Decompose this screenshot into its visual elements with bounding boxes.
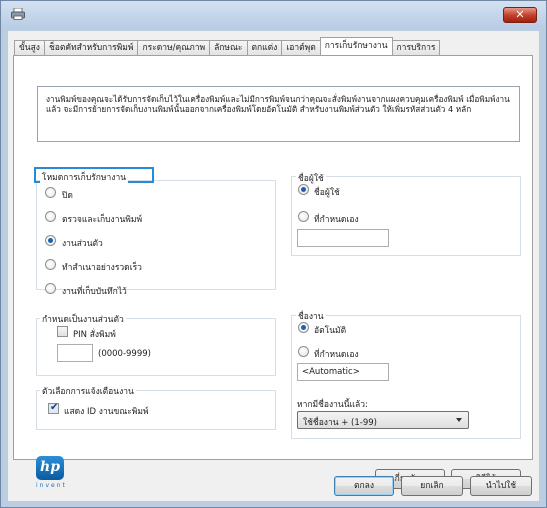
- ok-button[interactable]: ตกลง: [334, 476, 394, 496]
- notification-legend: ตัวเลือกการแจ้งเตือนงาน: [40, 384, 136, 398]
- printer-icon: [11, 8, 25, 20]
- display-job-id-checkbox[interactable]: [48, 402, 59, 414]
- pin-label: PIN สั่งพิมพ์: [73, 330, 116, 340]
- if-job-name-exists-value: ใช้ชื่องาน + (1-99): [303, 418, 377, 428]
- radio-personal-job-label: งานส่วนตัว: [62, 239, 103, 249]
- if-job-name-exists-select[interactable]: ใช้ชื่องาน + (1-99): [297, 411, 469, 429]
- radio-job-name-custom[interactable]: [298, 346, 309, 357]
- tab-effects[interactable]: ลักษณะ: [209, 40, 248, 55]
- radio-quick-copy[interactable]: [45, 259, 56, 270]
- radio-user-custom[interactable]: [298, 211, 309, 222]
- cancel-button[interactable]: ยกเลิก: [401, 476, 463, 496]
- radio-proof-and-hold[interactable]: [45, 211, 56, 222]
- radio-quick-copy-label: ทำสำเนาอย่างรวดเร็ว: [62, 263, 142, 273]
- chevron-down-icon: [456, 418, 462, 422]
- radio-user-custom-label: ที่กำหนดเอง: [314, 215, 359, 225]
- apply-button[interactable]: นำไปใช้: [470, 476, 532, 496]
- radio-job-name-auto-label: อัตโนมัติ: [314, 326, 347, 336]
- user-name-input[interactable]: [297, 229, 389, 247]
- pin-range-label: (0000-9999): [98, 349, 151, 359]
- user-name-legend: ชื่อผู้ใช้: [296, 171, 326, 185]
- printer-properties-window: ✕ ขั้นสูง ช็อตคัทสำหรับการพิมพ์ กระดาษ/ค…: [0, 0, 547, 508]
- tab-panel: งานพิมพ์ของคุณจะได้รับการจัดเก็บไว้ในเคร…: [13, 55, 533, 489]
- radio-user-name-label: ชื่อผู้ใช้: [314, 188, 340, 198]
- tab-job-storage[interactable]: การเก็บรักษางาน: [319, 37, 393, 55]
- tab-services[interactable]: การบริการ: [391, 40, 441, 55]
- tab-paper-quality[interactable]: กระดาษ/คุณภาพ: [137, 40, 211, 55]
- tab-advanced[interactable]: ขั้นสูง: [14, 40, 45, 55]
- close-button[interactable]: ✕: [503, 7, 537, 23]
- job-name-legend: ชื่องาน: [296, 309, 326, 323]
- radio-job-name-custom-label: ที่กำหนดเอง: [314, 350, 359, 360]
- job-storage-mode-legend: โหมดการเก็บรักษางาน: [40, 170, 129, 184]
- radio-job-name-auto[interactable]: [298, 322, 309, 333]
- tab-finishing[interactable]: ตกแต่ง: [246, 40, 283, 55]
- if-job-name-exists-label: หากมีชื่องานนี้แล้ว:: [297, 400, 368, 410]
- make-private-legend: กำหนดเป็นงานส่วนตัว: [40, 312, 126, 326]
- info-box: งานพิมพ์ของคุณจะได้รับการจัดเก็บไว้ในเคร…: [37, 86, 520, 142]
- tab-strip: ขั้นสูง ช็อตคัทสำหรับการพิมพ์ กระดาษ/คุณ…: [14, 37, 441, 55]
- radio-off-label: ปิด: [62, 191, 73, 201]
- radio-user-name[interactable]: [298, 184, 309, 195]
- title-bar: ✕: [1, 1, 546, 27]
- radio-stored-job-label: งานที่เก็บบันทึกไว้: [62, 287, 127, 297]
- tab-shortcuts[interactable]: ช็อตคัทสำหรับการพิมพ์: [43, 40, 139, 55]
- tab-output[interactable]: เอาต์พุต: [281, 40, 321, 55]
- radio-personal-job[interactable]: [45, 235, 56, 246]
- close-icon: ✕: [515, 8, 525, 21]
- hp-logo: hp: [36, 456, 64, 480]
- job-name-input[interactable]: <Automatic>: [297, 363, 389, 381]
- dialog-client: ขั้นสูง ช็อตคัทสำหรับการพิมพ์ กระดาษ/คุณ…: [8, 31, 539, 501]
- display-job-id-label: แสดง ID งานขณะพิมพ์: [64, 407, 149, 417]
- radio-proof-and-hold-label: ตรวจและเก็บงานพิมพ์: [62, 215, 143, 225]
- radio-off[interactable]: [45, 187, 56, 198]
- radio-stored-job[interactable]: [45, 283, 56, 294]
- hp-invent-tagline: invent: [36, 482, 67, 489]
- pin-checkbox[interactable]: [57, 326, 68, 337]
- pin-input[interactable]: [57, 344, 93, 362]
